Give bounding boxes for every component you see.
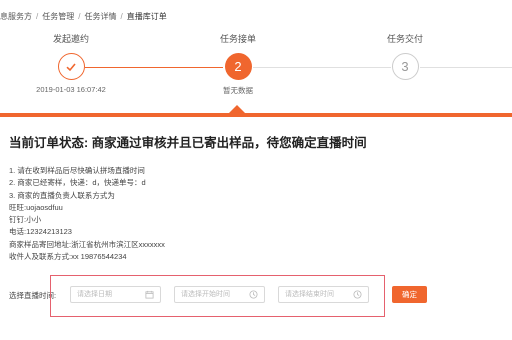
breadcrumb: 息服务方 / 任务管理 / 任务详情 / 直播库订单 (0, 11, 167, 25)
step-active-circle: 2 (224, 53, 252, 80)
detail-line: 3. 商家的直播负责人联系方式为 (9, 190, 115, 200)
step-status-text: 暂无数据 (223, 86, 253, 95)
step-done-circle (57, 53, 85, 80)
breadcrumb-separator: / (78, 12, 81, 21)
breadcrumb-separator: / (120, 12, 123, 21)
step-deliver: 任务交付 3 (345, 33, 465, 85)
breadcrumb-item-task-management[interactable]: 任务管理 (42, 12, 74, 21)
step-pending-circle: 3 (391, 53, 419, 80)
step-invite: 发起邀约 2019-01-03 16:07:42 (11, 33, 131, 94)
breadcrumb-item-service[interactable]: 息服务方 (0, 12, 32, 21)
detail-line: 收件人及联系方式:xx 19876544234 (9, 252, 127, 262)
detail-line: 1. 请在收到样品后尽快确认拼场直播时间 (9, 166, 145, 175)
detail-line: 钉钉:小小 (9, 215, 42, 225)
confirm-button[interactable]: 确定 (392, 286, 427, 303)
breadcrumb-item-current: 直播库订单 (126, 12, 167, 21)
breadcrumb-item-task-detail[interactable]: 任务详情 (84, 12, 116, 21)
step-title: 任务接单 (219, 34, 256, 44)
step-accept: 任务接单 2 暂无数据 (178, 33, 298, 96)
detail-line: 电话:12324213123 (9, 227, 72, 237)
breadcrumb-separator: / (36, 12, 39, 21)
step-title: 任务交付 (386, 34, 423, 44)
order-details: 1. 请在收到样品后尽快确认拼场直播时间 2. 商家已经寄样，快递：d，快递单号… (9, 165, 165, 263)
highlight-annotation-box (50, 275, 385, 317)
detail-line: 2. 商家已经寄样，快递：d，快递单号：d (9, 178, 146, 188)
step-number: 2 (234, 59, 242, 74)
active-step-pointer (229, 105, 245, 113)
detail-line: 商家样品寄回地址:浙江省杭州市滨江区xxxxxxx (9, 239, 165, 249)
progress-steps: 发起邀约 2019-01-03 16:07:42 任务接单 2 暂无数据 任务交… (0, 33, 512, 105)
detail-line: 旺旺:uojaosdfuu (9, 202, 63, 212)
step-title: 发起邀约 (52, 34, 89, 44)
status-banner-bar (0, 113, 512, 117)
checkmark-icon (66, 62, 76, 71)
order-status-title: 当前订单状态: 商家通过审核并且已寄出样品，待您确定直播时间 (9, 136, 367, 150)
step-number: 3 (401, 59, 409, 74)
step-timestamp: 2019-01-03 16:07:42 (36, 85, 106, 94)
